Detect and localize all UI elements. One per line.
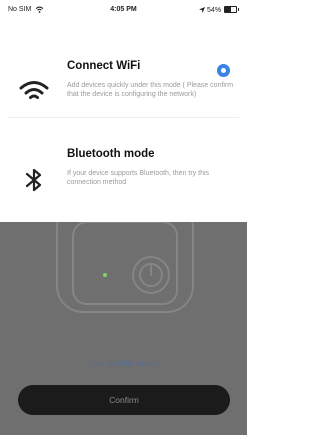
option-bluetooth-mode[interactable]: Bluetooth mode If your device supports B… <box>0 140 247 204</box>
option-description: If your device supports Bluetooth, then … <box>67 170 210 186</box>
option-title: Connect WiFi <box>67 60 141 72</box>
battery-indicator: 54% <box>199 6 239 14</box>
option-description: Add devices quickly under this mode ( Pl… <box>67 82 234 98</box>
bluetooth-icon <box>25 168 42 192</box>
led-indicator <box>103 273 107 277</box>
device-illustration <box>56 222 194 313</box>
battery-icon <box>224 6 239 13</box>
confirm-button[interactable]: Confirm <box>18 385 230 415</box>
wifi-icon <box>19 81 49 99</box>
divider <box>8 117 239 118</box>
status-bar: No SIM 4:05 PM 54% <box>0 0 247 20</box>
option-title: Bluetooth mode <box>67 148 155 160</box>
location-icon <box>199 7 206 13</box>
view-specific-steps-link[interactable]: View specific steps › <box>0 359 247 368</box>
battery-percent: 54% <box>207 7 222 14</box>
option-connect-wifi[interactable]: Connect WiFi Add devices quickly under t… <box>0 52 247 116</box>
selected-radio-icon[interactable] <box>217 64 230 77</box>
